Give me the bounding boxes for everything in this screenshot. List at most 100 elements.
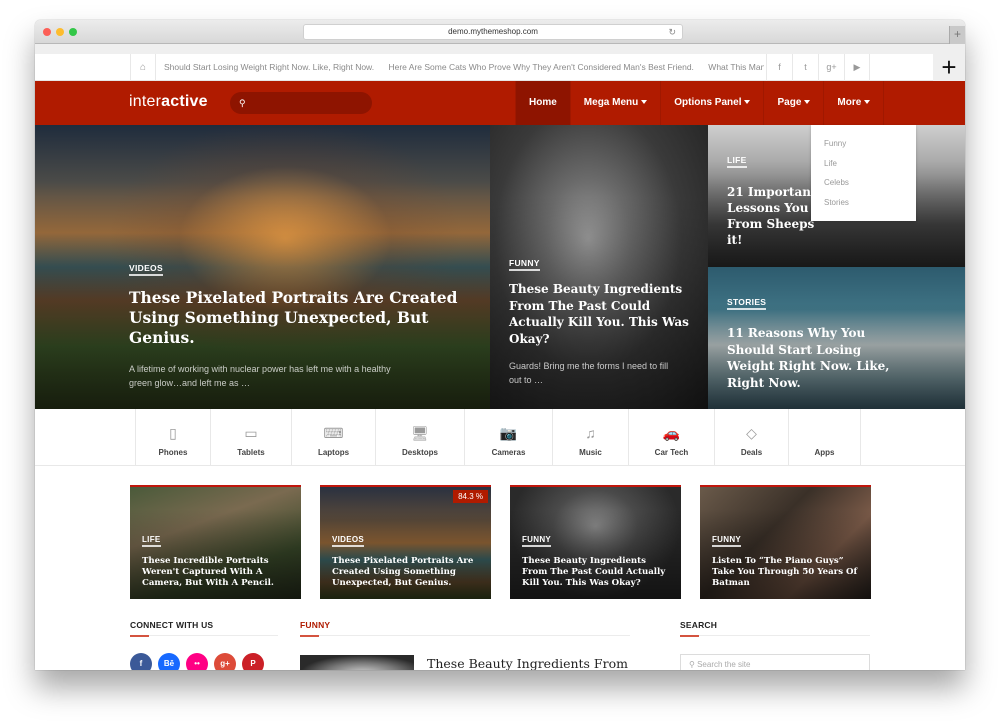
search-widget-title: SEARCH <box>680 620 718 630</box>
ticker-item[interactable]: Here Are Some Cats Who Prove Why They Ar… <box>388 62 693 72</box>
dropdown-item-stories[interactable]: Stories <box>811 198 916 218</box>
browser-window: demo.mythemeshop.com ↻ + ⌂ Should Start … <box>35 20 965 670</box>
funny-section-title[interactable]: FUNNY <box>300 620 330 630</box>
category-tag[interactable]: VIDEOS <box>332 535 365 547</box>
pinterest-icon[interactable]: P <box>242 653 264 670</box>
logo-bold: active <box>161 93 208 110</box>
post-title[interactable]: These Beauty Ingredients From The Past C… <box>509 281 699 347</box>
google-plus-icon[interactable]: g+ <box>818 54 844 81</box>
post-card[interactable]: 84.3 % VIDEOS These Pixelated Portraits … <box>320 485 491 599</box>
nav-search-input[interactable]: ⚲ <box>230 92 372 114</box>
category-laptops[interactable]: ⌨ Laptops <box>292 409 376 466</box>
category-phones[interactable]: ▯ Phones <box>135 409 211 466</box>
youtube-icon[interactable]: ▶ <box>844 54 870 81</box>
dropdown-item-life[interactable]: Life <box>811 159 916 179</box>
category-desktops[interactable]: 🖥 Desktops <box>376 409 465 466</box>
close-window-button[interactable] <box>43 28 51 36</box>
facebook-icon[interactable]: f <box>766 54 792 81</box>
search-placeholder: Search the site <box>697 660 751 669</box>
menu-item-mega-menu[interactable]: Mega Menu <box>571 81 662 125</box>
social-links-top: f t g+ ▶ <box>766 54 870 81</box>
address-bar[interactable]: demo.mythemeshop.com ↻ <box>303 24 683 40</box>
category-deals[interactable]: ◇ Deals <box>715 409 789 466</box>
caret-down-icon <box>641 100 648 105</box>
category-cameras[interactable]: 📷 Cameras <box>465 409 553 466</box>
post-excerpt: A lifetime of working with nuclear power… <box>129 364 391 388</box>
post-title[interactable]: These Pixelated Portraits Are Created Us… <box>129 288 459 348</box>
post-card[interactable]: FUNNY These Beauty Ingredients From The … <box>510 485 681 599</box>
category-car-tech[interactable]: 🚗 Car Tech <box>629 409 715 466</box>
home-icon[interactable]: ⌂ <box>130 54 156 81</box>
flickr-icon[interactable]: •• <box>186 653 208 670</box>
car-icon: 🚗 <box>662 425 681 441</box>
search-icon: ⚲ <box>239 98 246 108</box>
caret-down-icon <box>864 100 871 105</box>
post-thumbnail[interactable] <box>300 655 414 670</box>
category-bar: ▯ Phones ▭ Tablets ⌨ Laptops 🖥 Desktops … <box>35 409 965 466</box>
google-plus-icon[interactable]: g+ <box>214 653 236 670</box>
category-label: Phones <box>158 448 188 457</box>
category-apps[interactable]: Apps <box>789 409 861 466</box>
hero-post-2[interactable]: FUNNY These Beauty Ingredients From The … <box>490 125 708 409</box>
category-tag[interactable]: LIFE <box>142 535 161 547</box>
category-tag[interactable]: FUNNY <box>509 258 540 271</box>
category-label: Music <box>579 448 602 457</box>
reload-icon[interactable]: ↻ <box>668 25 676 39</box>
post-title[interactable]: Listen To “The Piano Guys” Take You Thro… <box>712 556 863 589</box>
new-tab-button[interactable]: + <box>949 26 965 44</box>
diamond-icon: ◇ <box>746 425 757 441</box>
section-divider <box>300 635 630 637</box>
menu-item-more[interactable]: More <box>824 81 885 125</box>
menu-item-options-panel[interactable]: Options Panel <box>661 81 765 125</box>
dropdown-item-celebs[interactable]: Celebs <box>811 178 916 198</box>
category-label: Desktops <box>401 448 438 457</box>
camera-icon: 📷 <box>499 425 518 441</box>
category-tag[interactable]: VIDEOS <box>129 263 163 276</box>
category-tag[interactable]: FUNNY <box>712 535 742 547</box>
maximize-window-button[interactable] <box>69 28 77 36</box>
menu-label: More <box>837 97 862 108</box>
menu: Home Mega Menu Options Panel Page More <box>515 81 885 125</box>
category-label: Car Tech <box>654 448 689 457</box>
page-top-strip <box>35 44 965 54</box>
category-label: Tablets <box>237 448 265 457</box>
category-label: Apps <box>814 448 835 457</box>
behance-icon[interactable]: Bē <box>158 653 180 670</box>
ticker-item[interactable]: Should Start Losing Weight Right Now. Li… <box>164 62 374 72</box>
category-tag[interactable]: FUNNY <box>522 535 552 547</box>
category-tablets[interactable]: ▭ Tablets <box>211 409 292 466</box>
browser-toolbar: demo.mythemeshop.com ↻ + <box>35 20 965 44</box>
menu-label: Home <box>529 97 557 108</box>
post-title[interactable]: These Beauty Ingredients From <box>427 656 628 670</box>
ticker-item[interactable]: What This Man <box>708 62 764 72</box>
post-title[interactable]: These Beauty Ingredients From The Past C… <box>522 556 673 589</box>
facebook-icon[interactable]: f <box>130 653 152 670</box>
twitter-icon[interactable]: t <box>792 54 818 81</box>
sidebar-search-input[interactable]: ⚲ Search the site <box>680 654 870 670</box>
hero-post-4[interactable]: STORIES 11 Reasons Why You Should Start … <box>708 267 965 409</box>
search-icon: ⚲ <box>689 660 698 669</box>
post-card[interactable]: LIFE These Incredible Portraits Weren't … <box>130 485 301 599</box>
menu-label: Mega Menu <box>583 97 639 108</box>
category-tag[interactable]: LIFE <box>727 155 747 168</box>
post-title[interactable]: These Pixelated Portraits Are Created Us… <box>332 556 483 589</box>
menu-item-page[interactable]: Page <box>764 81 825 125</box>
post-title[interactable]: 11 Reasons Why You Should Start Losing W… <box>727 325 907 391</box>
laptop-icon: ⌨ <box>323 425 344 441</box>
menu-item-home[interactable]: Home <box>515 81 571 125</box>
site-logo[interactable]: interactive <box>129 93 208 111</box>
category-music[interactable]: ♫ Music <box>553 409 629 466</box>
connect-widget-title: CONNECT WITH US <box>130 620 214 630</box>
post-excerpt: Guards! Bring me the forms I need to fil… <box>509 361 669 385</box>
post-title[interactable]: These Incredible Portraits Weren't Captu… <box>142 556 293 589</box>
minimize-window-button[interactable] <box>56 28 64 36</box>
plus-icon[interactable]: + <box>933 54 965 81</box>
post-card[interactable]: FUNNY Listen To “The Piano Guys” Take Yo… <box>700 485 871 599</box>
menu-label: Page <box>777 97 802 108</box>
url-text: demo.mythemeshop.com <box>448 27 538 36</box>
dropdown-item-funny[interactable]: Funny <box>811 139 916 159</box>
category-label: Cameras <box>491 448 526 457</box>
phone-icon: ▯ <box>169 425 177 441</box>
category-tag[interactable]: STORIES <box>727 297 767 310</box>
hero-post-main[interactable]: VIDEOS These Pixelated Portraits Are Cre… <box>35 125 490 409</box>
